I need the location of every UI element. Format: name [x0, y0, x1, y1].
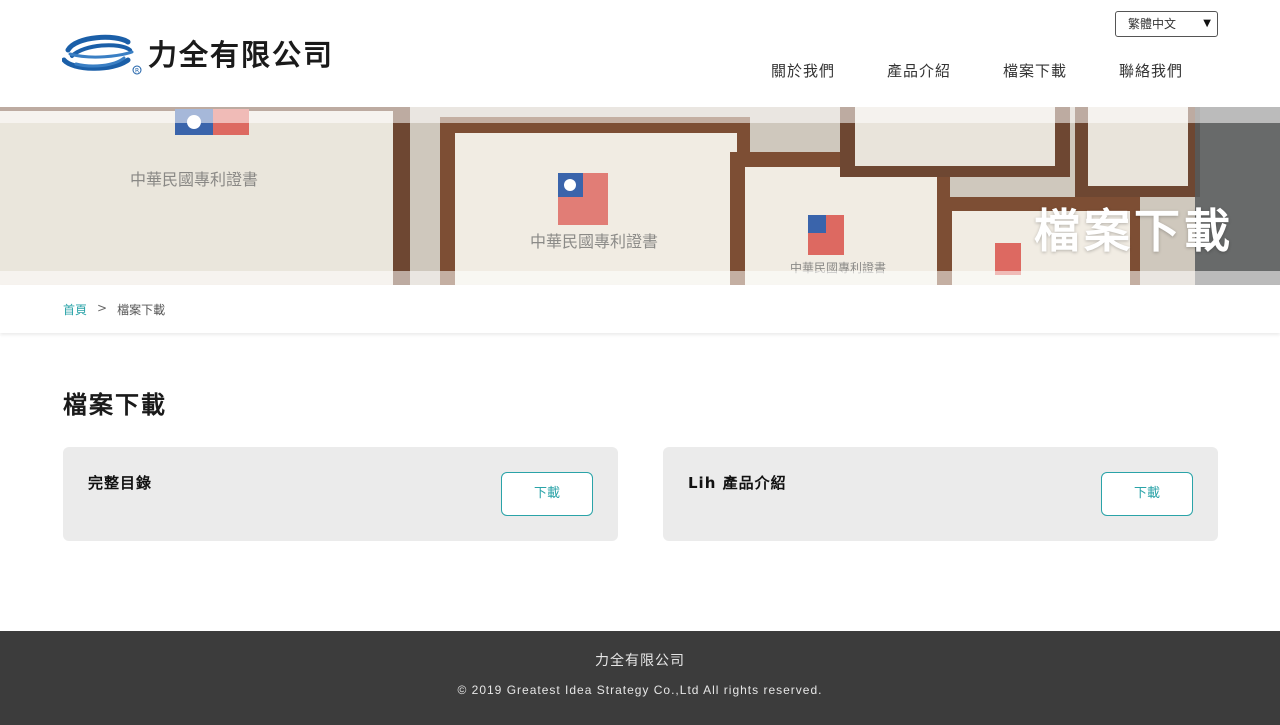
breadcrumb-separator: >	[97, 301, 108, 315]
download-item-name: 完整目錄	[88, 474, 153, 492]
site-footer: 力全有限公司 © 2019 Greatest Idea Strategy Co.…	[0, 631, 1280, 725]
page-title: 檔案下載	[63, 391, 167, 419]
footer-copyright: © 2019 Greatest Idea Strategy Co.,Ltd Al…	[457, 683, 823, 697]
breadcrumb: 首頁 > 檔案下載	[63, 301, 165, 318]
main-nav: 關於我們 產品介紹 檔案下載 聯絡我們	[771, 60, 1235, 81]
breadcrumb-current: 檔案下載	[117, 303, 166, 317]
breadcrumb-bar: 首頁 > 檔案下載	[0, 285, 1280, 333]
page-banner: 中華民國專利證書 中華民國專利證書 中華民國專利證書 檔案下載	[0, 107, 1280, 285]
logo[interactable]: R 力全有限公司	[62, 30, 334, 76]
nav-item-products[interactable]: 產品介紹	[887, 60, 951, 81]
download-button[interactable]: 下載	[1101, 472, 1193, 516]
company-name: 力全有限公司	[148, 38, 335, 72]
svg-text:R: R	[135, 68, 139, 75]
site-header: R 力全有限公司 繁體中文 ▼ 關於我們 產品介紹 檔案下載 聯絡我們	[0, 0, 1280, 107]
footer-company-name: 力全有限公司	[595, 653, 685, 669]
swirl-logo-icon: R	[62, 34, 142, 75]
breadcrumb-home-link[interactable]: 首頁	[63, 301, 87, 318]
caret-down-icon: ▼	[1203, 18, 1211, 29]
nav-item-contact[interactable]: 聯絡我們	[1119, 60, 1183, 81]
download-item-name: Lih 產品介紹	[688, 474, 787, 492]
download-card: Lih 產品介紹 下載	[663, 447, 1218, 541]
nav-item-downloads[interactable]: 檔案下載	[1003, 60, 1067, 81]
language-select[interactable]: 繁體中文 ▼	[1115, 11, 1218, 37]
nav-item-about[interactable]: 關於我們	[771, 60, 835, 81]
language-selected: 繁體中文	[1128, 17, 1177, 31]
banner-title: 檔案下載	[1034, 204, 1234, 258]
download-button[interactable]: 下載	[501, 472, 593, 516]
download-card: 完整目錄 下載	[63, 447, 618, 541]
